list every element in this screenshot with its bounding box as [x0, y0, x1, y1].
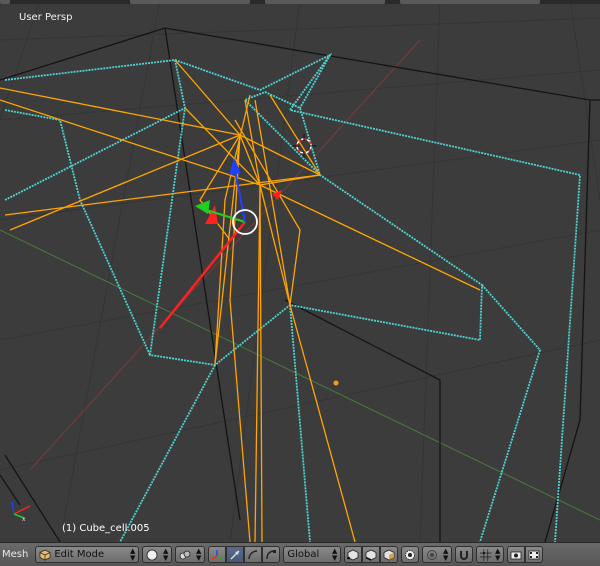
face-select-icon: [383, 549, 395, 560]
render-button[interactable]: [507, 546, 526, 563]
edge-select-button[interactable]: [362, 546, 381, 563]
axis-orientation-icon: x: [11, 501, 31, 522]
x-axis-line: [29, 39, 421, 471]
y-axis-line: [0, 229, 600, 521]
selected-wire: [0, 59, 481, 542]
render-anim-icon: [528, 550, 540, 559]
active-object-label: (1) Cube_cell.005: [62, 523, 150, 534]
select-mode-group: [344, 546, 399, 563]
updown-arrows-icon: ▲ ▼: [494, 546, 501, 562]
proportional-edit-selector[interactable]: ▲ ▼: [422, 546, 453, 563]
svg-text:x: x: [22, 516, 26, 522]
view-label: User Persp: [19, 12, 73, 23]
viewport-header: Mesh Edit Mode ▲ ▼ ▲ ▼ ▲ ▼ Global ▲ ▼ ▲ …: [0, 542, 600, 566]
render-icon: [510, 551, 522, 559]
updown-arrows-icon: ▲ ▼: [129, 546, 136, 562]
scale-icon: [266, 549, 277, 559]
translate-toggle[interactable]: [226, 546, 245, 563]
mode-label: Edit Mode: [54, 549, 105, 560]
translate-arrow-icon: [230, 550, 240, 559]
updown-arrows-icon: ▲ ▼: [331, 546, 338, 562]
manipulator-toggle[interactable]: [208, 546, 227, 563]
edge-select-icon: [365, 549, 377, 561]
occlude-geometry-button[interactable]: [401, 546, 420, 563]
manipulator-group: [208, 546, 281, 563]
snap-element-icon: [480, 548, 492, 561]
updown-arrows-icon: ▲ ▼: [442, 546, 449, 562]
object-origin-dot: [333, 380, 339, 386]
render-group: [507, 546, 544, 563]
viewport-shading-selector[interactable]: ▲ ▼: [142, 546, 173, 563]
transform-orientation-selector[interactable]: Global ▲ ▼: [283, 546, 342, 563]
solid-sphere-icon: [146, 549, 158, 560]
magnet-snap-icon: [460, 550, 469, 560]
vertex-select-button[interactable]: [344, 546, 363, 563]
mode-selector[interactable]: Edit Mode ▲ ▼: [35, 546, 140, 563]
top-edge-strip: [0, 0, 600, 4]
mesh-cube-icon: [39, 549, 51, 560]
render-animation-button[interactable]: [525, 546, 544, 563]
rotate-toggle[interactable]: [244, 546, 263, 563]
updown-arrows-icon: ▲ ▼: [195, 546, 202, 562]
floor-grid: [0, 0, 600, 542]
proportional-edit-icon: [427, 549, 438, 560]
mesh-menu[interactable]: Mesh: [0, 549, 32, 560]
viewport-scene[interactable]: [0, 0, 600, 542]
occlude-geometry-icon: [405, 549, 416, 560]
3d-cursor-icon: [292, 134, 316, 158]
face-select-button[interactable]: [380, 546, 399, 563]
scale-toggle[interactable]: [262, 546, 281, 563]
updown-arrows-icon: ▲ ▼: [162, 546, 169, 562]
rotate-icon: [248, 549, 258, 559]
pivot-point-icon: [179, 550, 191, 559]
snap-element-selector[interactable]: ▲ ▼: [476, 546, 505, 563]
orientation-label: Global: [287, 549, 320, 560]
transform-manipulator[interactable]: [159, 158, 282, 329]
vertex-select-icon: [347, 549, 359, 560]
manipulator-icon: [211, 549, 223, 560]
snap-toggle[interactable]: [455, 546, 474, 563]
pivot-point-selector[interactable]: ▲ ▼: [175, 546, 206, 563]
3d-viewport[interactable]: User Persp (1) Cube_cell.005 x: [0, 0, 600, 542]
